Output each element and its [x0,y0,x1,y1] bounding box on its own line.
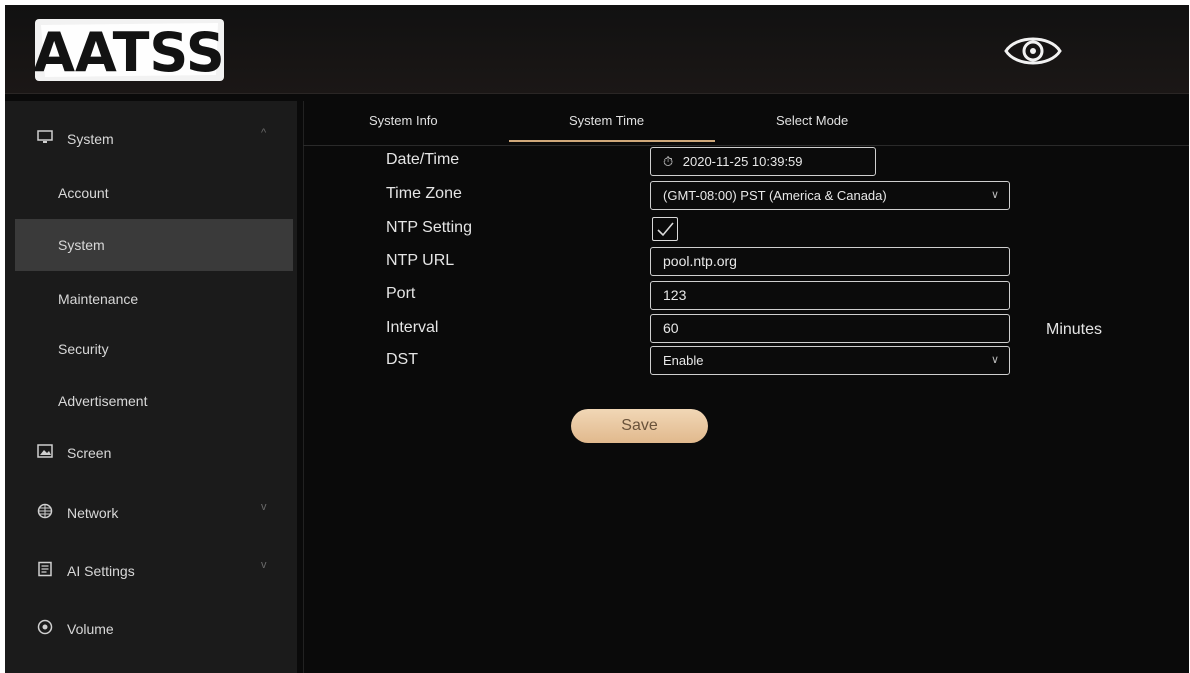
datetime-field[interactable]: ⏱ 2020-11-25 10:39:59 [650,147,876,176]
sidebar-item-screen[interactable]: Screen [15,427,293,479]
image-icon [37,444,53,458]
chevron-up-icon: ^ [261,127,267,139]
sidebar-item-label: Network [67,505,119,521]
ntp-setting-checkbox[interactable] [652,217,678,241]
ntp-url-label: NTP URL [386,252,455,269]
globe-icon [37,503,53,519]
svg-text:AATSS: AATSS [33,21,225,84]
timezone-value: (GMT-08:00) PST (America & Canada) [663,188,887,203]
ntp-setting-label: NTP Setting [386,219,472,236]
content-divider [303,145,1189,146]
sidebar-item-label: System [67,131,114,147]
sidebar-subitem-system[interactable]: System [15,219,293,271]
tab-system-time[interactable]: System Time [569,113,644,128]
sidebar-subitem-advertisement[interactable]: Advertisement [15,375,293,427]
interval-input[interactable]: 60 [650,314,1010,343]
sidebar-subitem-label: System [58,237,105,253]
tabs: System Info System Time Select Mode [303,105,1023,145]
sidebar-subitem-label: Security [58,341,109,357]
sidebar-subitem-account[interactable]: Account [15,167,293,219]
dst-select[interactable]: Enable ∨ [650,346,1010,375]
sidebar: System ^ Account System Maintenance Secu… [5,101,297,673]
checkmark-icon [657,222,674,237]
timezone-label: Time Zone [386,185,462,202]
sidebar-subitem-label: Advertisement [58,393,148,409]
chevron-down-icon: v [261,559,267,571]
sidebar-subitem-label: Maintenance [58,291,139,307]
logo: AATSS [33,19,225,84]
tab-underline [509,140,715,142]
clock-icon: ⏱ [663,154,674,169]
interval-unit-label: Minutes [1046,321,1103,338]
port-label: Port [386,285,416,302]
chevron-down-icon: ∨ [990,354,999,366]
dst-value: Enable [663,353,704,368]
content-border [303,101,304,673]
eye-button[interactable] [1000,27,1066,75]
sidebar-item-label: Screen [67,445,112,461]
datetime-label: Date/Time [386,151,460,168]
speaker-icon [37,619,53,635]
save-button[interactable]: Save [571,409,708,443]
dst-label: DST [386,351,418,368]
sidebar-subitem-security[interactable]: Security [15,323,293,375]
sidebar-subitem-maintenance[interactable]: Maintenance [15,273,293,325]
chevron-down-icon: ∨ [990,189,999,201]
sidebar-item-label: Volume [67,621,114,637]
sidebar-item-network[interactable]: Network v [15,487,293,539]
sidebar-item-ai-settings[interactable]: AI Settings v [15,545,293,597]
header: AATSS [5,5,1189,94]
app-frame: AATSS System ^ Account System Maintenanc… [5,5,1189,673]
eye-icon [1004,37,1062,65]
tab-select-mode[interactable]: Select Mode [776,113,848,128]
sidebar-subitem-label: Account [58,185,109,201]
ntp-url-input[interactable]: pool.ntp.org [650,247,1010,276]
tab-system-info[interactable]: System Info [369,113,438,128]
sidebar-item-volume[interactable]: Volume [15,603,293,655]
monitor-icon [37,130,53,143]
port-input[interactable]: 123 [650,281,1010,310]
app: AATSS System ^ Account System Maintenanc… [5,5,1190,673]
datetime-value: 2020-11-25 10:39:59 [682,154,803,169]
document-icon [38,561,52,577]
sidebar-item-system[interactable]: System ^ [15,113,293,165]
interval-label: Interval [386,319,439,336]
sidebar-item-label: AI Settings [67,563,135,579]
timezone-select[interactable]: (GMT-08:00) PST (America & Canada) ∨ [650,181,1010,210]
chevron-down-icon: v [261,501,267,513]
